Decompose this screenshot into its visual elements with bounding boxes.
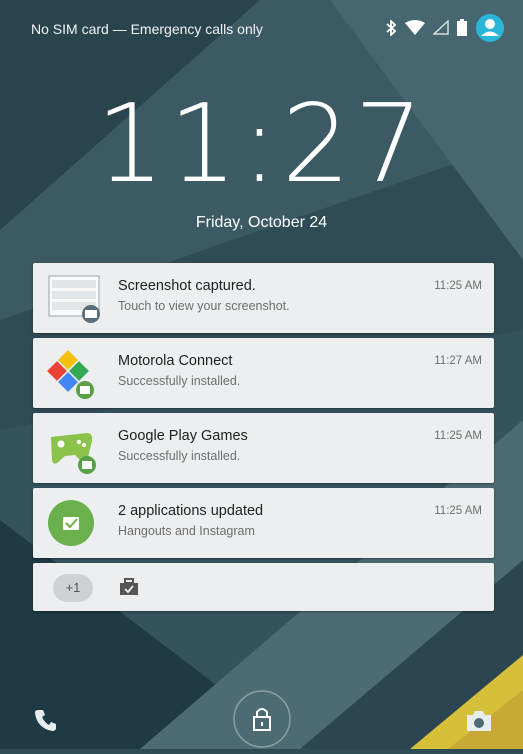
screenshot-thumbnail-icon: [47, 274, 100, 323]
status-bar: No SIM card — Emergency calls only: [0, 0, 523, 58]
notification-title: 2 applications updated: [118, 503, 264, 519]
wifi-icon: [405, 20, 425, 40]
notification-subtitle: Touch to view your screenshot.: [118, 299, 290, 313]
notification-title: Screenshot captured.: [118, 278, 256, 294]
lockscreen-date: Friday, October 24: [195, 214, 328, 231]
status-icons: [377, 13, 505, 48]
lockscreen-clock: 11:27: [95, 82, 428, 207]
bluetooth-icon: [385, 18, 397, 41]
notification-play-games[interactable]: Google Play Games Successfully installed…: [33, 413, 494, 483]
notification-time: 11:25 AM: [434, 505, 482, 517]
notification-time: 11:25 AM: [434, 430, 482, 442]
motorola-connect-icon: [47, 350, 95, 399]
notification-subtitle: Hangouts and Instagram: [118, 524, 255, 538]
notification-time: 11:27 AM: [434, 355, 482, 367]
notification-title: Motorola Connect: [118, 353, 233, 369]
battery-icon: [457, 19, 467, 41]
briefcase-icon: [119, 578, 139, 596]
play-games-icon: [47, 425, 96, 474]
notification-screenshot[interactable]: Screenshot captured. Touch to view your …: [33, 263, 494, 333]
user-icon[interactable]: [475, 13, 505, 48]
phone-icon[interactable]: [33, 707, 59, 738]
camera-icon[interactable]: [465, 709, 493, 738]
notification-time: 11:25 AM: [434, 280, 482, 292]
lock-icon[interactable]: [232, 689, 292, 754]
app-update-icon: [47, 499, 95, 547]
carrier-status-text: No SIM card — Emergency calls only: [31, 21, 263, 37]
notification-title: Google Play Games: [118, 428, 248, 444]
notification-motorola-connect[interactable]: Motorola Connect Successfully installed.…: [33, 338, 494, 408]
notification-subtitle: Successfully installed.: [118, 449, 241, 463]
overflow-count-badge: +1: [53, 574, 93, 602]
cell-signal-icon: [432, 19, 449, 40]
notification-subtitle: Successfully installed.: [118, 374, 241, 388]
notification-apps-updated[interactable]: 2 applications updated Hangouts and Inst…: [33, 488, 494, 558]
notification-overflow-row[interactable]: +1: [33, 563, 494, 611]
